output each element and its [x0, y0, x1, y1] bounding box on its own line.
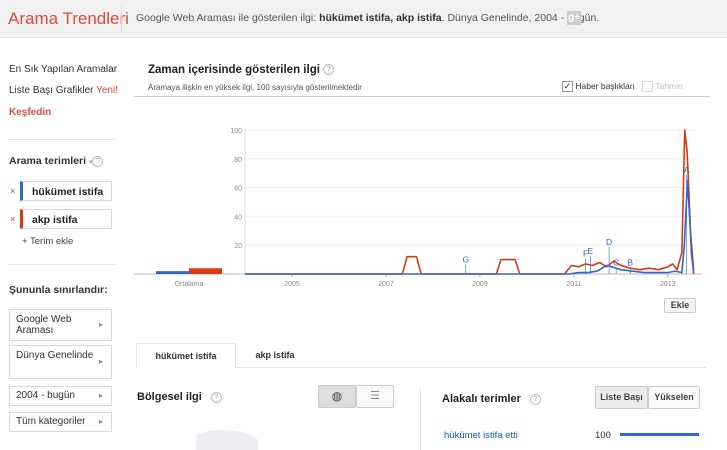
top-button[interactable]: Liste Başı: [595, 386, 648, 409]
header-divider: [121, 6, 122, 32]
y-tick-label: 20: [234, 243, 242, 250]
chevron-right-icon: ▸: [98, 391, 103, 400]
world-map[interactable]: [196, 430, 258, 450]
x-tick-label: 2007: [378, 281, 394, 288]
search-terms-heading: Arama terimleri ▾?: [9, 155, 104, 167]
remove-term-icon[interactable]: ×: [10, 186, 15, 196]
series-line[interactable]: [245, 129, 695, 275]
news-headlines-label: Haber başlıkları: [575, 81, 635, 91]
x-tick-label: 2013: [660, 281, 676, 288]
top-charts-label: Liste Başı Grafikler: [9, 85, 94, 96]
globe-icon[interactable]: ◍: [318, 385, 356, 408]
filter-label: Dünya Genelinde: [16, 350, 94, 361]
forecast-toggle[interactable]: Tahmin: [642, 81, 683, 93]
embed-button[interactable]: Ekle: [664, 298, 696, 313]
related-term-link[interactable]: hükümet istifa etti: [444, 430, 518, 441]
regional-interest-heading: Bölgesel ilgi ?: [137, 391, 222, 403]
filter-label: Tüm kategoriler: [16, 416, 86, 427]
section-title: Zaman içerisinde gösterilen ilgi ?: [148, 64, 335, 76]
new-badge: Yeni!: [96, 85, 118, 96]
y-tick-label: 60: [234, 186, 242, 193]
series-line[interactable]: [245, 179, 695, 275]
search-term-1[interactable]: hükümet istifa: [20, 181, 112, 201]
remove-term-icon[interactable]: ×: [10, 214, 15, 224]
sidebar-item-top-searches[interactable]: En Sık Yapılan Aramalar: [9, 64, 117, 75]
x-tick-label: 2011: [566, 281, 581, 288]
help-icon[interactable]: ?: [529, 393, 541, 405]
search-term-2[interactable]: akp istifa: [20, 209, 112, 229]
google-plus-icon[interactable]: g+: [567, 11, 581, 25]
list-icon[interactable]: ☰: [356, 385, 394, 408]
tab-hukumet-istifa[interactable]: hükümet istifa: [136, 343, 236, 368]
top-bar: Arama Trendleri Google Web Araması ile g…: [0, 0, 727, 38]
interest-over-time-chart[interactable]: 20 40 60 80 100 Ortalama 2005 2007 2009 2011 2013 G…: [134, 120, 710, 295]
app-title[interactable]: Arama Trendleri: [8, 9, 129, 29]
summary-terms: hükümet istifa, akp istifa: [319, 12, 442, 24]
filter-time-range[interactable]: 2004 - bugün ▸: [9, 386, 112, 406]
filter-label: 2004 - bugün: [16, 390, 75, 401]
average-bar[interactable]: [156, 271, 189, 274]
news-marker-d[interactable]: D: [606, 237, 612, 247]
news-marker-e[interactable]: E: [587, 246, 593, 256]
limit-heading: Şununla sınırlandır:: [9, 284, 108, 296]
sidebar-item-explore[interactable]: Keşfedin: [9, 107, 51, 118]
divider: [8, 139, 116, 140]
related-title: Alakalı terimler: [442, 393, 521, 405]
help-icon[interactable]: ?: [323, 64, 335, 76]
chevron-right-icon: ▸: [98, 357, 103, 366]
forecast-label: Tahmin: [655, 81, 683, 91]
x-tick-label: 2005: [284, 281, 300, 288]
help-icon[interactable]: ?: [210, 391, 222, 403]
chevron-right-icon: ▸: [98, 417, 103, 426]
section-subtitle: Aramaya ilişkin en yüksek ilgi, 100 sayı…: [148, 83, 362, 92]
average-label: Ortalama: [175, 281, 204, 288]
filter-category[interactable]: Tüm kategoriler ▸: [9, 412, 112, 432]
chevron-right-icon: ▸: [98, 320, 103, 329]
y-tick-label: 100: [230, 128, 242, 135]
regional-title: Bölgesel ilgi: [137, 391, 202, 403]
summary-prefix: Google Web Araması ile gösterilen ilgi:: [136, 12, 320, 24]
help-icon[interactable]: ?: [92, 155, 104, 167]
filter-label: Google Web Araması: [16, 314, 72, 336]
query-summary: Google Web Araması ile gösterilen ilgi: …: [136, 12, 599, 24]
divider: [8, 264, 116, 265]
divider: [420, 388, 421, 450]
section-title-text: Zaman içerisinde gösterilen ilgi: [148, 64, 320, 76]
add-term-link[interactable]: + Terim ekle: [22, 236, 73, 247]
tab-akp-istifa[interactable]: akp istifa: [236, 343, 314, 368]
checkbox[interactable]: [642, 81, 653, 93]
search-terms-title: Arama terimleri: [9, 155, 87, 167]
rising-button[interactable]: Yükselen: [648, 386, 700, 409]
related-term-value: 100: [595, 430, 611, 441]
news-marker-b[interactable]: B: [627, 257, 633, 267]
related-terms-heading: Alakalı terimler ?: [442, 393, 541, 405]
news-marker-g[interactable]: G: [462, 254, 469, 264]
news-headlines-toggle[interactable]: ✓ Haber başlıkları: [562, 81, 635, 93]
average-bar[interactable]: [189, 268, 222, 274]
sidebar: En Sık Yapılan Aramalar Liste Başı Grafi…: [0, 38, 120, 450]
y-tick-label: 40: [234, 214, 242, 221]
news-marker-c[interactable]: C: [613, 257, 619, 267]
checkbox-checked[interactable]: ✓: [562, 81, 573, 93]
y-tick-label: 80: [234, 157, 242, 164]
news-marker-a[interactable]: A: [684, 165, 690, 175]
filter-search-type[interactable]: Google Web Araması ▸: [9, 309, 112, 341]
sidebar-item-top-charts[interactable]: Liste Başı Grafikler Yeni!: [9, 85, 118, 96]
divider: [134, 96, 710, 97]
related-term-bar: [620, 433, 699, 436]
filter-region[interactable]: Dünya Genelinde ▸: [9, 345, 112, 379]
x-tick-label: 2009: [472, 281, 488, 288]
